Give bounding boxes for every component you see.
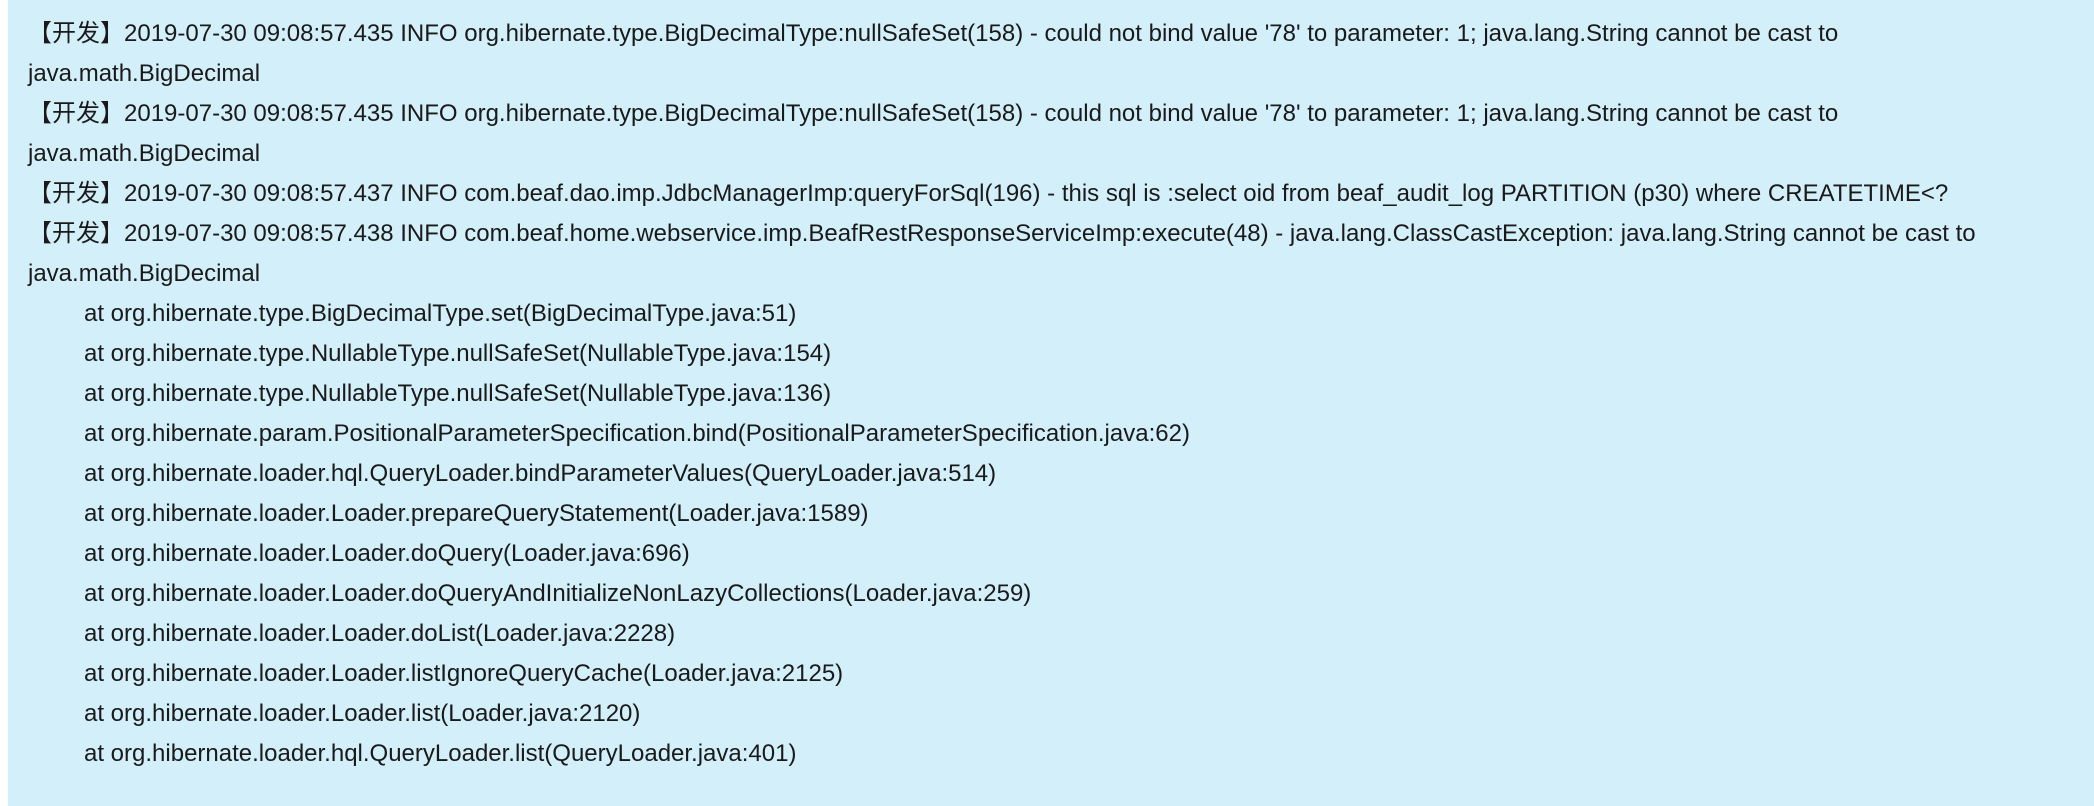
stack-trace-line: at org.hibernate.loader.hql.QueryLoader.… xyxy=(84,460,997,487)
stack-trace-line: at org.hibernate.loader.Loader.list(Load… xyxy=(84,700,641,727)
log-entry: 【开发】2019-07-30 09:08:57.435 INFO org.hib… xyxy=(28,100,1839,167)
log-output-panel[interactable]: 【开发】2019-07-30 09:08:57.435 INFO org.hib… xyxy=(8,0,2094,806)
stack-trace-line: at org.hibernate.type.NullableType.nullS… xyxy=(84,380,832,407)
stack-trace-line: at org.hibernate.param.PositionalParamet… xyxy=(84,420,1190,447)
stack-trace-line: at org.hibernate.loader.Loader.doQuery(L… xyxy=(84,540,690,567)
stack-trace-line: at org.hibernate.type.NullableType.nullS… xyxy=(84,340,832,367)
log-entry: 【开发】2019-07-30 09:08:57.438 INFO com.bea… xyxy=(28,220,1976,287)
stack-trace: at org.hibernate.type.BigDecimalType.set… xyxy=(28,294,2064,774)
log-entry: 【开发】2019-07-30 09:08:57.437 INFO com.bea… xyxy=(28,180,1949,207)
stack-trace-line: at org.hibernate.type.BigDecimalType.set… xyxy=(84,300,797,327)
stack-trace-line: at org.hibernate.loader.Loader.doQueryAn… xyxy=(84,580,1032,607)
stack-trace-line: at org.hibernate.loader.hql.QueryLoader.… xyxy=(84,740,797,767)
stack-trace-line: at org.hibernate.loader.Loader.prepareQu… xyxy=(84,500,869,527)
stack-trace-line: at org.hibernate.loader.Loader.listIgnor… xyxy=(84,660,844,687)
stack-trace-line: at org.hibernate.loader.Loader.doList(Lo… xyxy=(84,620,676,647)
log-entry: 【开发】2019-07-30 09:08:57.435 INFO org.hib… xyxy=(28,20,1839,87)
